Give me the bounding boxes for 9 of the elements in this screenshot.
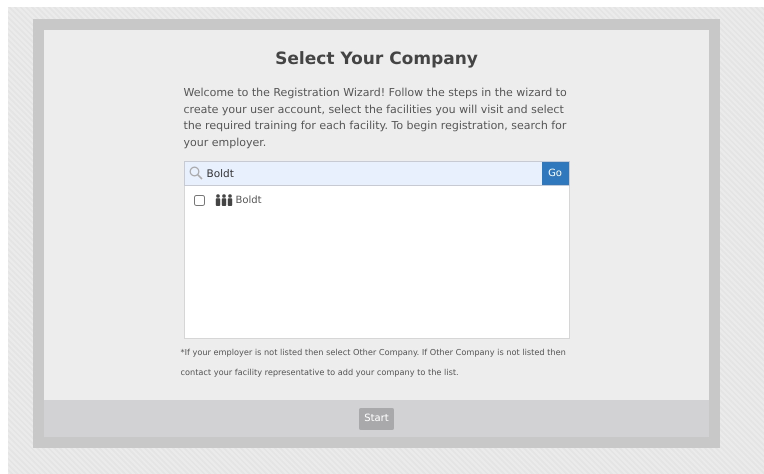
go-button[interactable]: Go xyxy=(542,162,568,185)
search-field[interactable]: Boldt Go xyxy=(184,161,570,186)
page-title: Select Your Company xyxy=(275,48,478,70)
company-name[interactable]: Boldt xyxy=(236,194,262,206)
people-icon xyxy=(214,194,232,206)
note-text: *If your employer is not listed then select Other Company. If Other Company is not listed then contact your facility representative to add your company to the list. xyxy=(180,346,567,379)
company-checkbox[interactable] xyxy=(194,194,204,206)
intro-text: Welcome to the Registration Wizard! Follow the steps in the wizard to create your user account, select the facilities you will visit and select the required training for each facility. To begin registration, search for your employer. xyxy=(184,85,568,150)
search-icon xyxy=(188,166,202,180)
